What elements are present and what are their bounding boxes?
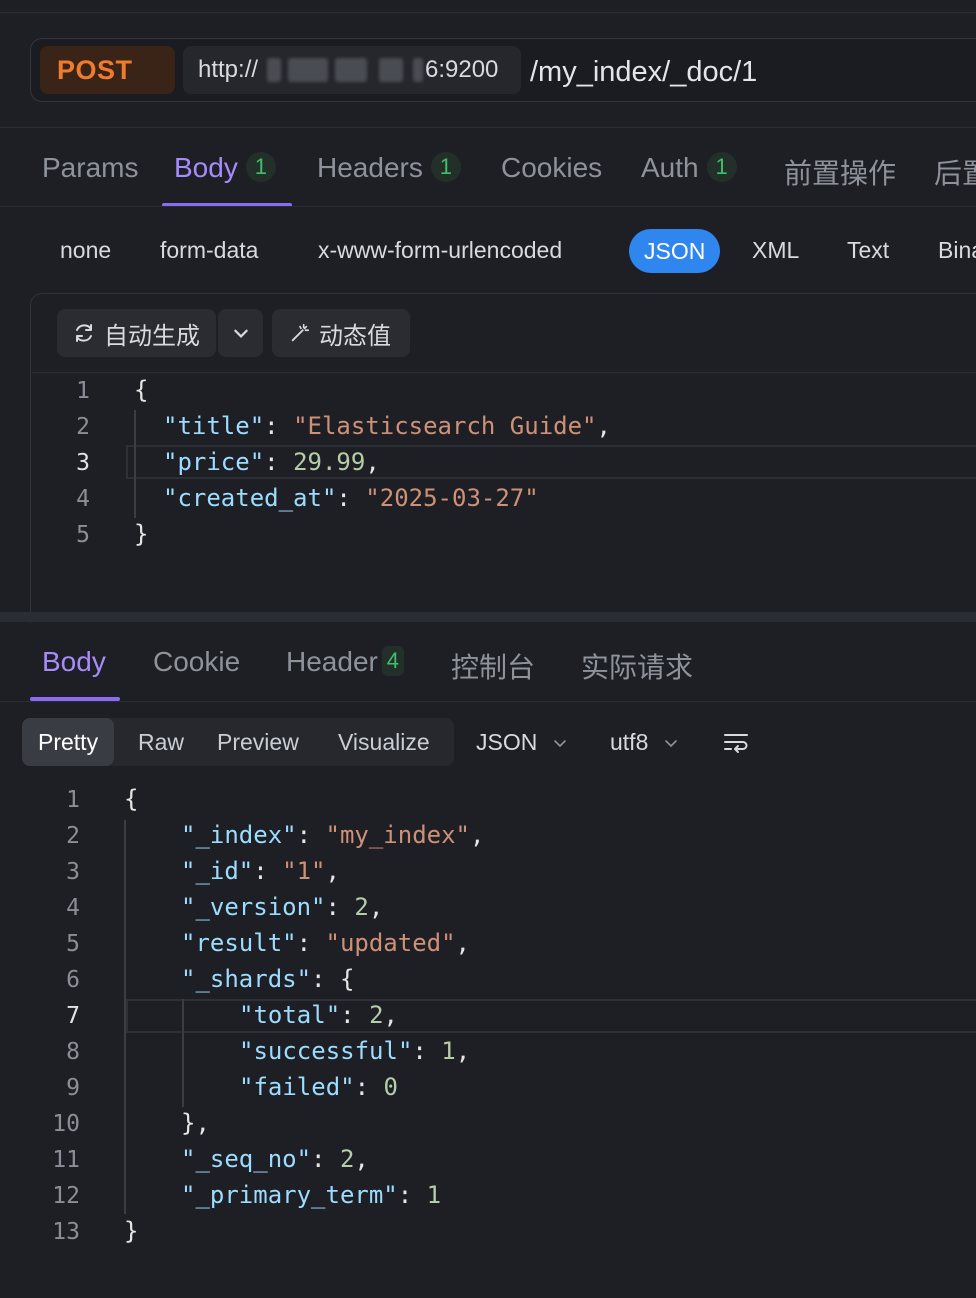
tab-params[interactable]: Params (42, 152, 138, 184)
tab-headers[interactable]: Headers 1 (317, 152, 461, 184)
res-tab-console[interactable]: 控制台 (451, 646, 535, 686)
code-line: "failed": 0 (239, 1073, 398, 1101)
code-line: } (124, 1217, 139, 1245)
code-line: "total": 2, (239, 1001, 398, 1029)
body-type-xml[interactable]: XML (752, 237, 799, 264)
code-line[interactable]: { (134, 376, 148, 404)
host-input[interactable]: http:// 6:9200 (183, 46, 521, 94)
line-number: 5 (76, 522, 90, 548)
code-line: "_id": "1", (181, 857, 340, 885)
encoding-select[interactable]: utf8 (610, 729, 679, 756)
redacted-host (413, 58, 423, 82)
divider (0, 127, 976, 128)
view-pretty[interactable]: Pretty (22, 718, 115, 766)
line-number: 9 (66, 1075, 80, 1101)
res-tab-header[interactable]: Header 4 (286, 646, 404, 678)
dynamic-value-label: 动态值 (319, 322, 391, 350)
auto-generate-dropdown[interactable] (218, 309, 263, 357)
auto-generate-button[interactable]: 自动生成 (57, 309, 216, 357)
tab-pre-request[interactable]: 前置操作 (784, 152, 896, 192)
code-line: "_shards": { (181, 965, 355, 993)
line-number: 11 (52, 1147, 80, 1173)
line-number: 3 (66, 859, 80, 885)
line-number: 3 (76, 450, 90, 476)
line-number: 13 (52, 1219, 80, 1245)
magic-wand-icon (291, 323, 310, 342)
divider (0, 701, 976, 702)
res-tab-body[interactable]: Body (42, 646, 106, 678)
code-line[interactable]: } (134, 520, 148, 548)
line-number: 2 (76, 414, 90, 440)
tab-body[interactable]: Body 1 (174, 152, 276, 184)
code-line: "_index": "my_index", (181, 821, 485, 849)
wrap-lines-button[interactable] (722, 728, 750, 761)
method-label: POST (57, 54, 133, 85)
line-number: 2 (66, 823, 80, 849)
code-line: "_version": 2, (181, 893, 384, 921)
body-type-binary[interactable]: Binary (938, 237, 976, 264)
url-prefix: http:// (198, 56, 259, 83)
format-select[interactable]: JSON (476, 729, 568, 756)
indent-guide (124, 820, 126, 1214)
refresh-icon (76, 324, 92, 342)
chevron-down-icon (233, 329, 248, 338)
line-number: 1 (76, 378, 90, 404)
chevron-down-icon (553, 740, 566, 748)
line-number: 4 (66, 895, 80, 921)
redacted-host (379, 58, 403, 82)
tab-cookies[interactable]: Cookies (501, 152, 602, 184)
view-raw[interactable]: Raw (138, 718, 184, 766)
code-line: }, (181, 1109, 210, 1137)
body-type-none[interactable]: none (60, 237, 111, 264)
body-type-form-data[interactable]: form-data (160, 237, 258, 264)
path-input[interactable]: /my_index/_doc/1 (530, 52, 757, 92)
code-line: "result": "updated", (181, 929, 470, 957)
line-number: 5 (66, 931, 80, 957)
line-number: 1 (66, 787, 80, 813)
tab-auth[interactable]: Auth 1 (641, 152, 737, 184)
line-number: 6 (66, 967, 80, 993)
res-tab-cookie[interactable]: Cookie (153, 646, 240, 678)
view-preview[interactable]: Preview (217, 718, 299, 766)
line-number: 10 (52, 1111, 80, 1137)
body-type-urlencoded[interactable]: x-www-form-urlencoded (318, 237, 562, 264)
view-mode-group: Pretty Raw Preview Visualize (22, 718, 454, 766)
code-line[interactable]: "price": 29.99, (163, 448, 380, 476)
tab-badge: 4 (381, 646, 404, 676)
top-divider (0, 12, 976, 13)
line-number: 12 (52, 1183, 80, 1209)
wrap-icon (724, 734, 748, 753)
body-type-json[interactable]: JSON (629, 229, 721, 273)
panel-splitter[interactable] (0, 612, 976, 622)
body-type-text[interactable]: Text (847, 237, 889, 264)
divider (0, 206, 976, 207)
redacted-host (267, 58, 281, 82)
code-line: "successful": 1, (239, 1037, 471, 1065)
line-number: 7 (66, 1003, 80, 1029)
code-line: { (124, 785, 139, 813)
indent-guide (182, 999, 184, 1107)
tab-badge: 1 (430, 152, 461, 182)
auto-generate-label: 自动生成 (104, 322, 200, 350)
divider (32, 372, 976, 373)
redacted-host (335, 58, 367, 82)
res-tab-actual-request[interactable]: 实际请求 (581, 646, 693, 686)
code-line[interactable]: "created_at": "2025-03-27" (163, 484, 539, 512)
code-line: "_primary_term": 1 (181, 1181, 442, 1209)
tab-badge: 1 (245, 152, 276, 182)
line-number: 8 (66, 1039, 80, 1065)
tab-badge: 1 (706, 152, 737, 182)
code-line: "_seq_no": 2, (181, 1145, 369, 1173)
indent-guide (134, 410, 136, 518)
chevron-down-icon (664, 740, 677, 748)
dynamic-value-button[interactable]: 动态值 (272, 309, 410, 357)
tab-post-request[interactable]: 后置 (934, 152, 976, 192)
redacted-host (288, 58, 328, 82)
line-number: 4 (76, 486, 90, 512)
url-suffix: 6:9200 (425, 56, 499, 83)
method-select[interactable]: POST (40, 46, 200, 94)
code-line[interactable]: "title": "Elasticsearch Guide", (163, 412, 611, 440)
view-visualize[interactable]: Visualize (338, 718, 430, 766)
